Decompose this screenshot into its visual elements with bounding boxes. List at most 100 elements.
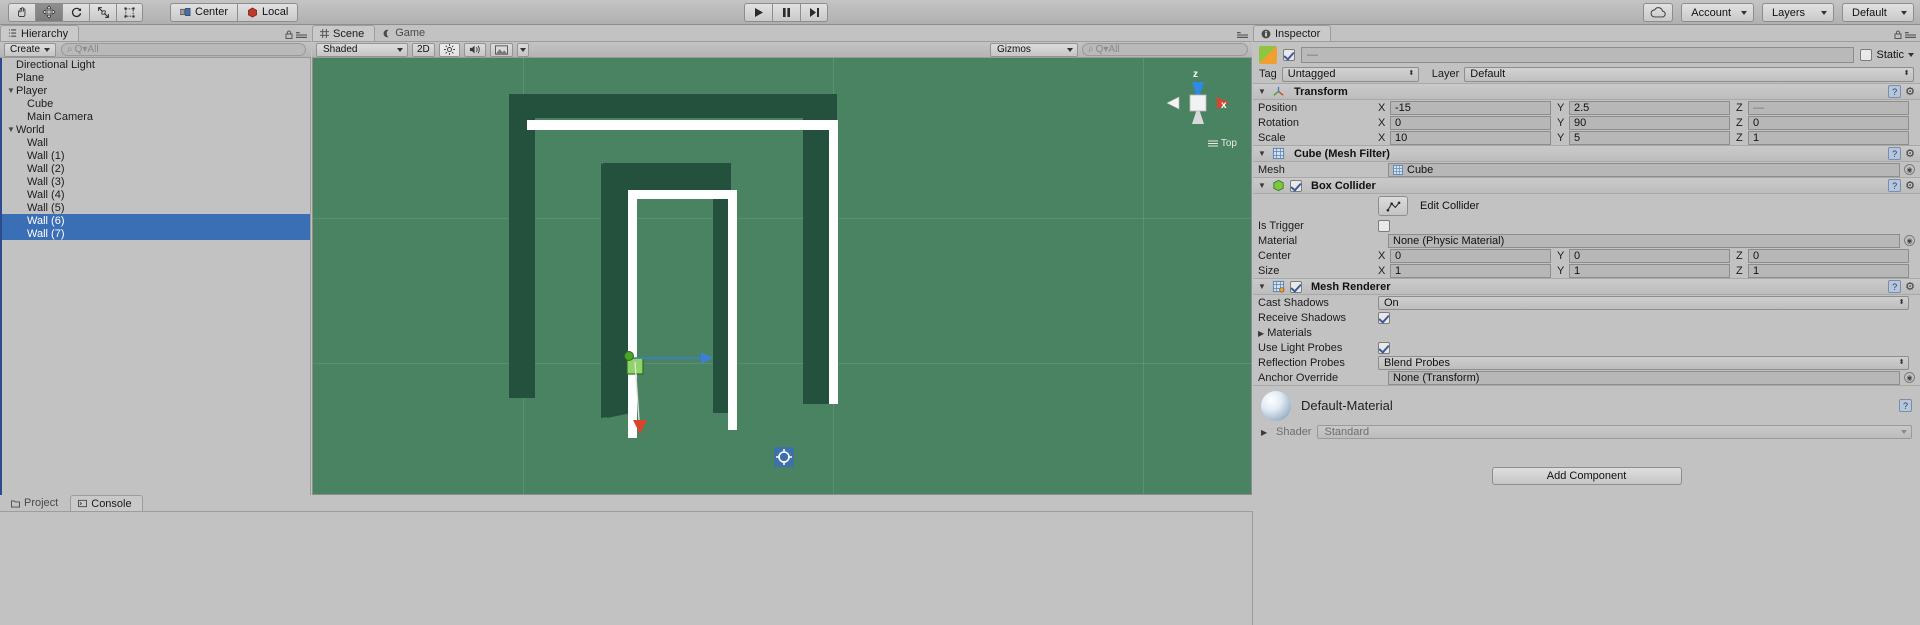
hierarchy-search-input[interactable]: ⌕ Q▾All xyxy=(61,43,307,56)
chevron-down-icon[interactable] xyxy=(1908,53,1914,57)
component-foldout-icon[interactable]: ▼ xyxy=(1258,149,1267,158)
play-button[interactable] xyxy=(744,3,772,22)
tab-project[interactable]: Project xyxy=(4,495,68,511)
y-input[interactable]: 5 xyxy=(1569,130,1730,145)
tab-game[interactable]: Game xyxy=(375,25,435,41)
popup-field[interactable]: Blend Probes ⬍ xyxy=(1378,355,1909,370)
component-enabled-checkbox[interactable] xyxy=(1290,179,1302,192)
hierarchy-item-wall-3[interactable]: Wall (3) xyxy=(0,175,310,188)
component-foldout-icon[interactable]: ▼ xyxy=(1258,282,1267,291)
y-input[interactable]: 2.5 xyxy=(1569,100,1730,115)
object-picker-icon[interactable]: ◉ xyxy=(1904,372,1915,383)
tab-hierarchy[interactable]: Hierarchy xyxy=(0,25,80,41)
shader-dropdown[interactable]: Standard xyxy=(1317,425,1912,439)
create-button[interactable]: Create xyxy=(4,42,57,57)
panel-menu-icon[interactable] xyxy=(1237,31,1248,39)
pause-button[interactable] xyxy=(772,3,800,22)
rect-tool-button[interactable] xyxy=(116,2,143,22)
x-input[interactable]: 0 xyxy=(1390,248,1551,263)
object-handle-icon[interactable] xyxy=(773,446,795,468)
edit-collider-button[interactable] xyxy=(1378,196,1408,216)
z-input[interactable]: 0 xyxy=(1748,248,1909,263)
scene-view-mode-label[interactable]: Top xyxy=(1207,138,1237,149)
hierarchy-item-wall-6[interactable]: Wall (6) xyxy=(0,214,310,227)
hierarchy-tree[interactable]: Directional Light Plane ▼ Player Cube Main Ca… xyxy=(0,58,311,495)
material-header[interactable]: Default-Material ? xyxy=(1253,385,1920,425)
static-checkbox[interactable] xyxy=(1860,49,1873,61)
help-icon[interactable]: ? xyxy=(1888,85,1902,98)
move-gizmo[interactable] xyxy=(605,320,725,440)
component-foldout-icon[interactable]: ▼ xyxy=(1258,181,1267,190)
space-mode-button[interactable]: Local xyxy=(237,2,299,22)
hierarchy-item-wall-2[interactable]: Wall (2) xyxy=(0,162,310,175)
toggle-fx-button[interactable] xyxy=(489,42,513,57)
checkbox-field[interactable] xyxy=(1378,219,1390,232)
layer-dropdown[interactable]: Default ⬍ xyxy=(1464,66,1914,82)
hierarchy-item-plane[interactable]: Plane xyxy=(0,71,310,84)
component-enabled-checkbox[interactable] xyxy=(1290,280,1302,293)
y-input[interactable]: 90 xyxy=(1569,115,1730,130)
x-input[interactable]: 10 xyxy=(1390,130,1551,145)
lock-icon[interactable] xyxy=(1894,30,1902,39)
panel-menu-icon[interactable] xyxy=(1905,31,1916,39)
add-component-button[interactable]: Add Component xyxy=(1491,467,1682,485)
component-header[interactable]: ▼ Transform? ⚙ xyxy=(1253,84,1920,100)
layout-dropdown[interactable]: Default xyxy=(1842,3,1914,22)
hand-tool-button[interactable] xyxy=(8,2,35,22)
pivot-mode-button[interactable]: Center xyxy=(170,2,238,22)
panel-menu-icon[interactable] xyxy=(296,31,307,39)
component-header[interactable]: ▼ Box Collider? ⚙ xyxy=(1253,178,1920,194)
tab-inspector[interactable]: Inspector xyxy=(1253,25,1332,41)
x-input[interactable]: -15 xyxy=(1390,100,1551,115)
console-content-area[interactable] xyxy=(0,511,1253,625)
checkbox-field[interactable] xyxy=(1378,341,1390,354)
gear-icon[interactable]: ⚙ xyxy=(1905,85,1915,98)
z-input[interactable]: 1 xyxy=(1748,130,1909,145)
hierarchy-item-world[interactable]: ▼ World xyxy=(0,123,310,136)
help-icon[interactable]: ? xyxy=(1888,147,1902,160)
z-input[interactable]: 0 xyxy=(1748,115,1909,130)
tab-scene[interactable]: Scene xyxy=(312,25,376,41)
hierarchy-item-wall-7[interactable]: Wall (7) xyxy=(0,227,310,240)
foldout-arrow-icon[interactable]: ▼ xyxy=(6,86,16,95)
y-input[interactable]: 0 xyxy=(1569,248,1730,263)
gameobject-active-checkbox[interactable] xyxy=(1283,49,1295,61)
gear-icon[interactable]: ⚙ xyxy=(1905,280,1915,293)
lock-icon[interactable] xyxy=(285,30,293,39)
move-tool-button[interactable] xyxy=(35,2,62,22)
scale-tool-button[interactable] xyxy=(89,2,116,22)
gameobject-name-field[interactable]: — xyxy=(1301,47,1855,63)
component-header[interactable]: ▼ Cube (Mesh Filter)? ⚙ xyxy=(1253,146,1920,162)
fx-dropdown-button[interactable] xyxy=(516,42,529,57)
scene-axis-gizmo[interactable]: z x xyxy=(1166,64,1229,142)
hierarchy-item-cube[interactable]: Cube xyxy=(0,97,310,110)
toggle-2d-button[interactable]: 2D xyxy=(412,42,435,57)
rotate-tool-button[interactable] xyxy=(62,2,89,22)
toggle-audio-button[interactable] xyxy=(463,42,486,57)
hierarchy-item-wall-1[interactable]: Wall (1) xyxy=(0,149,310,162)
layers-dropdown[interactable]: Layers xyxy=(1762,3,1834,22)
hierarchy-item-wall[interactable]: Wall xyxy=(0,136,310,149)
step-button[interactable] xyxy=(800,3,828,22)
x-input[interactable]: 0 xyxy=(1390,115,1551,130)
foldout-arrow-icon[interactable]: ▼ xyxy=(6,125,16,134)
object-picker-icon[interactable]: ◉ xyxy=(1904,164,1915,175)
hierarchy-item-directional-light[interactable]: Directional Light xyxy=(0,58,310,71)
account-dropdown[interactable]: Account xyxy=(1681,3,1754,22)
gizmos-dropdown[interactable]: Gizmos xyxy=(990,42,1078,57)
help-icon[interactable]: ? xyxy=(1888,179,1902,192)
help-icon[interactable]: ? xyxy=(1899,399,1912,412)
object-field[interactable]: None (Transform) xyxy=(1388,370,1900,385)
hierarchy-item-player[interactable]: ▼ Player xyxy=(0,84,310,97)
object-picker-icon[interactable]: ◉ xyxy=(1904,235,1915,246)
hierarchy-item-wall-5[interactable]: Wall (5) xyxy=(0,201,310,214)
z-input[interactable]: 1 xyxy=(1748,263,1909,278)
tab-console[interactable]: Console xyxy=(70,495,143,511)
y-input[interactable]: 1 xyxy=(1569,263,1730,278)
tag-dropdown[interactable]: Untagged ⬍ xyxy=(1281,66,1419,82)
x-input[interactable]: 1 xyxy=(1390,263,1551,278)
component-foldout-icon[interactable]: ▼ xyxy=(1258,87,1267,96)
popup-field[interactable]: On ⬍ xyxy=(1378,295,1909,310)
cloud-services-button[interactable] xyxy=(1643,3,1674,22)
z-input[interactable]: — xyxy=(1748,100,1909,115)
